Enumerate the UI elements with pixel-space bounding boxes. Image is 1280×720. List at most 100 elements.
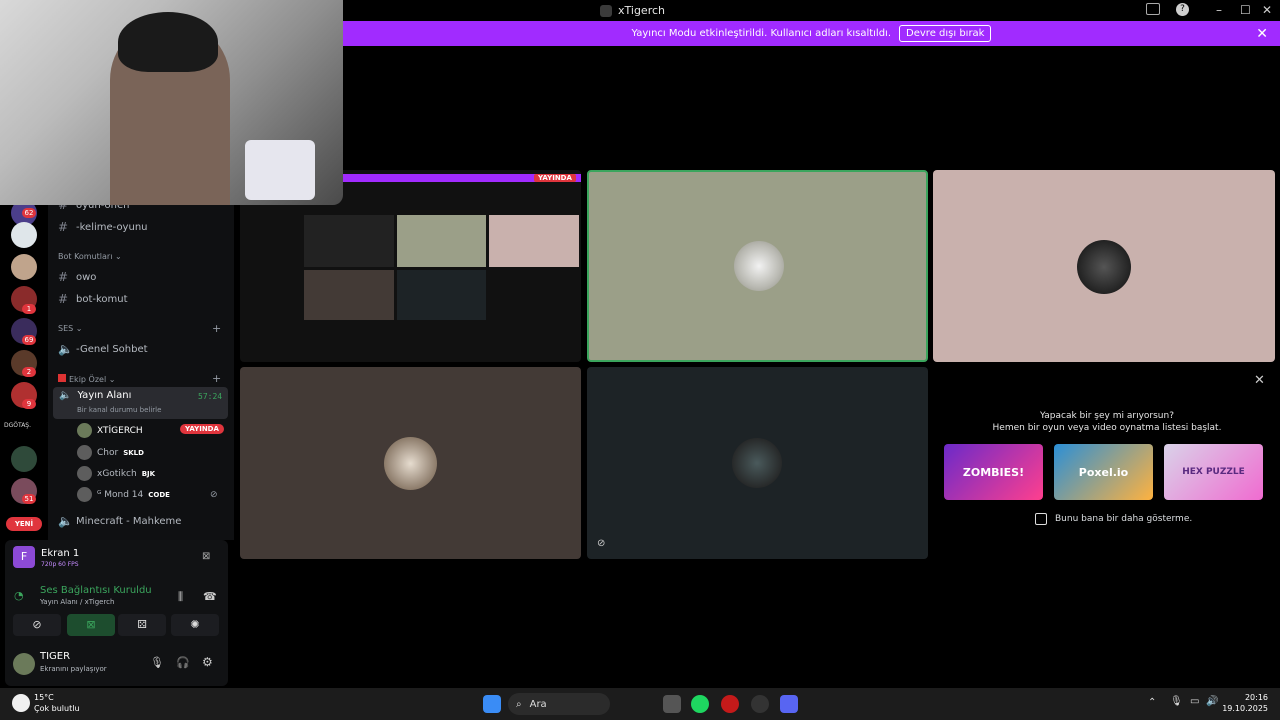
server-icon[interactable] bbox=[11, 446, 37, 472]
microphone-icon[interactable]: 🎙 bbox=[1170, 696, 1183, 707]
add-channel-icon[interactable]: + bbox=[212, 372, 221, 385]
spotify-icon[interactable] bbox=[691, 695, 709, 713]
discord-icon[interactable] bbox=[780, 695, 798, 713]
screen-share-button[interactable]: ⊠ bbox=[67, 614, 115, 636]
voice-status[interactable]: Ses Bağlantısı Kuruldu bbox=[40, 585, 152, 596]
participant-tile-speaking[interactable] bbox=[587, 170, 928, 362]
channel-item[interactable]: # bot-komut bbox=[58, 292, 128, 306]
voice-user[interactable]: Chor SKLD bbox=[77, 445, 144, 460]
weather-icon[interactable] bbox=[12, 694, 30, 712]
mention-badge: 62 bbox=[22, 208, 36, 218]
user-status: Ekranını paylaşıyor bbox=[40, 665, 107, 673]
game-card[interactable]: Poxel.io bbox=[1054, 444, 1153, 500]
app-logo-icon bbox=[600, 4, 612, 17]
streamer-mode-banner: Yayıncı Modu etkinleştirildi. Kullanıcı … bbox=[343, 21, 1280, 46]
mention-badge: 9 bbox=[22, 399, 36, 409]
participant-tile[interactable] bbox=[933, 170, 1275, 362]
username[interactable]: TIGER bbox=[40, 651, 70, 662]
screen-title: Ekran 1 bbox=[41, 548, 80, 559]
avatar bbox=[384, 437, 437, 490]
muted-icon: ⊘ bbox=[597, 538, 606, 549]
microphone-icon[interactable]: 🎙 bbox=[150, 656, 164, 669]
minimize-button[interactable]: – bbox=[1216, 3, 1222, 17]
avatar bbox=[77, 445, 92, 460]
avatar bbox=[734, 241, 784, 291]
inbox-icon[interactable] bbox=[1146, 3, 1160, 15]
avatar bbox=[77, 423, 92, 438]
server-icon[interactable] bbox=[11, 254, 37, 280]
channel-item[interactable]: # owo bbox=[58, 270, 96, 284]
category-team[interactable]: Ekip Özel ⌄ bbox=[58, 374, 115, 384]
close-icon[interactable]: ✕ bbox=[1254, 373, 1265, 388]
avatar bbox=[1077, 240, 1131, 294]
banner-message: Yayıncı Modu etkinleştirildi. Kullanıcı … bbox=[631, 28, 892, 39]
opera-icon[interactable] bbox=[721, 695, 739, 713]
avatar bbox=[77, 487, 92, 502]
weather-widget[interactable]: 15°C Çok bulutlu bbox=[34, 692, 80, 714]
participant-tile[interactable]: ⊘ bbox=[587, 367, 928, 559]
category-bot-commands[interactable]: Bot Komutları ⌄ bbox=[58, 252, 122, 261]
noise-suppression-icon[interactable]: ⫼ bbox=[178, 590, 183, 604]
mention-badge: 2 bbox=[22, 367, 36, 377]
chevron-up-icon[interactable]: ⌃ bbox=[1148, 697, 1156, 708]
checkbox[interactable] bbox=[1035, 513, 1047, 525]
disable-streamer-mode-button[interactable]: Devre dışı bırak bbox=[899, 25, 992, 42]
game-card[interactable]: HEX PUZZLE bbox=[1164, 444, 1263, 500]
stop-share-icon[interactable]: ⊠ bbox=[202, 551, 210, 562]
close-window-button[interactable]: ✕ bbox=[1262, 3, 1272, 17]
avatar[interactable] bbox=[13, 653, 35, 675]
muted-icon: ⊘ bbox=[210, 490, 218, 500]
voice-user[interactable]: ᴳ Mond 14 CODE bbox=[77, 487, 170, 502]
dont-show-again[interactable]: Bunu bana bir daha gösterme. bbox=[1035, 513, 1192, 525]
participant-tile[interactable] bbox=[240, 367, 581, 559]
speaker-icon: 🔈 bbox=[58, 342, 73, 356]
task-view-icon[interactable] bbox=[663, 695, 681, 713]
server-icon[interactable] bbox=[11, 222, 37, 248]
headphones-icon[interactable]: 🎧 bbox=[176, 656, 190, 669]
active-voice-channel[interactable]: 🔈 Yayın Alanı 57:24 Bir kanal durumu bel… bbox=[53, 387, 228, 419]
voice-user[interactable]: xGotikch BJK bbox=[77, 466, 155, 481]
soundboard-button[interactable]: ✺ bbox=[171, 614, 219, 636]
hash-icon: # bbox=[58, 292, 69, 306]
maximize-button[interactable]: ☐ bbox=[1240, 3, 1251, 17]
start-icon[interactable] bbox=[483, 695, 501, 713]
voice-timer: 57:24 bbox=[198, 392, 223, 401]
steam-icon[interactable] bbox=[751, 695, 769, 713]
server-rail: 62 1 69 2 9 DGÖTAŞ. 51 YENİ bbox=[0, 200, 48, 540]
search-icon: ⌕ bbox=[516, 698, 522, 710]
network-icon[interactable]: ▭ bbox=[1190, 696, 1199, 707]
voice-channel-item[interactable]: 🔈 -Genel Sohbet bbox=[58, 342, 148, 356]
gear-icon[interactable]: ⚙ bbox=[202, 655, 213, 669]
game-card[interactable]: ZOMBIES! bbox=[944, 444, 1043, 500]
connection-icon: ◔ bbox=[14, 589, 24, 602]
live-badge: YAYINDA bbox=[180, 424, 224, 434]
screen-quality: 720p 60 FPS bbox=[41, 561, 79, 568]
category-voice[interactable]: SES ⌄ bbox=[58, 324, 82, 333]
server-folder-label[interactable]: DGÖTAŞ. bbox=[4, 422, 31, 429]
camera-toggle-button[interactable]: ⊘ bbox=[13, 614, 61, 636]
hash-icon: # bbox=[58, 270, 69, 284]
activity-button[interactable]: ⚄ bbox=[118, 614, 166, 636]
taskbar bbox=[0, 688, 1280, 720]
volume-icon[interactable]: 🔊 bbox=[1206, 696, 1218, 707]
mention-badge: 1 bbox=[22, 304, 36, 314]
help-icon[interactable]: ? bbox=[1176, 3, 1189, 16]
screen-share-icon: F bbox=[13, 546, 35, 568]
hash-icon: # bbox=[58, 220, 69, 234]
webcam-overlay bbox=[0, 0, 343, 205]
mention-badge: 51 bbox=[22, 494, 36, 504]
voice-path[interactable]: Yayın Alanı / xTigerch bbox=[40, 598, 114, 606]
speaker-icon: 🔈 bbox=[58, 514, 73, 528]
avatar bbox=[77, 466, 92, 481]
disconnect-icon[interactable]: ☎ bbox=[203, 590, 217, 603]
taskbar-search[interactable]: ⌕ Ara bbox=[508, 693, 610, 715]
clock[interactable]: 20:16 19.10.2025 bbox=[1222, 692, 1268, 714]
new-badge: YENİ bbox=[6, 517, 42, 531]
channel-item[interactable]: # -kelime-oyunu bbox=[58, 220, 148, 234]
voice-channel-item[interactable]: 🔈 Minecraft - Mahkeme bbox=[58, 514, 181, 528]
activity-prompt: Yapacak bir şey mi arıyorsun? Hemen bir … bbox=[992, 411, 1222, 433]
voice-user[interactable]: XTİGERCH bbox=[77, 423, 143, 438]
channel-status[interactable]: Bir kanal durumu belirle bbox=[77, 406, 161, 414]
close-icon[interactable]: ✕ bbox=[1256, 26, 1268, 42]
add-channel-icon[interactable]: + bbox=[212, 322, 221, 335]
